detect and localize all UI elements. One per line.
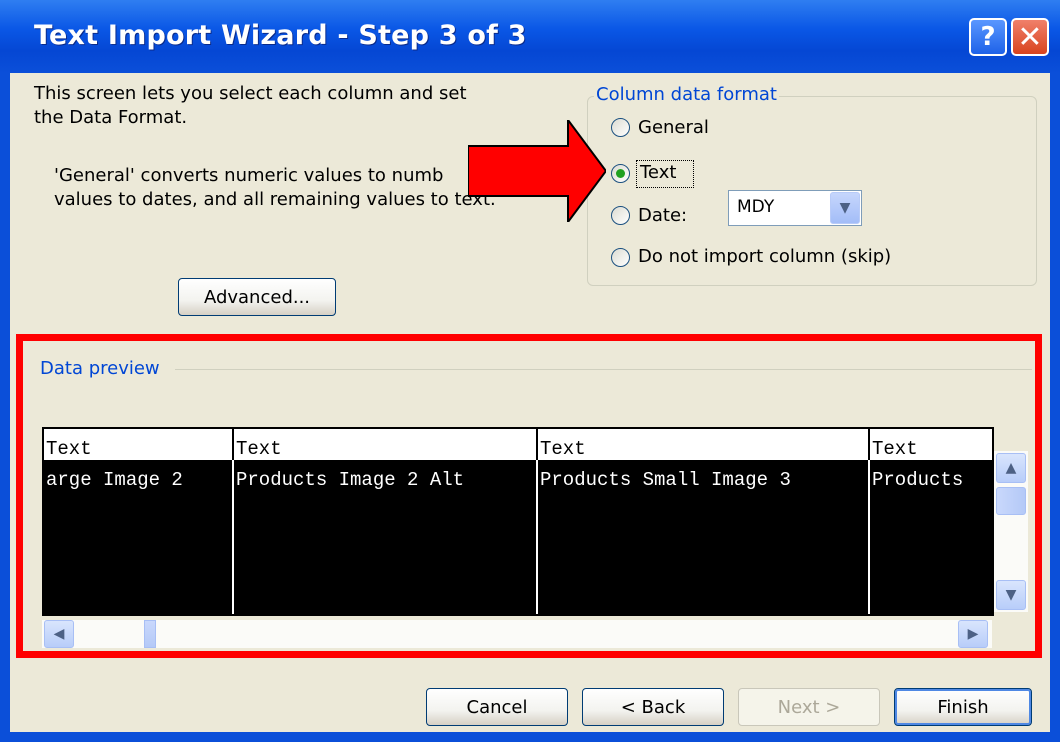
date-format-value: MDY xyxy=(737,197,775,217)
chevron-down-icon[interactable]: ▼ xyxy=(830,192,860,224)
radio-date[interactable] xyxy=(611,206,630,225)
radio-skip-label[interactable]: Do not import column (skip) xyxy=(638,245,891,269)
help-icon: ? xyxy=(980,22,996,52)
next-button-label: Next > xyxy=(777,696,841,718)
general-description-line-2: values to dates, and all remaining value… xyxy=(54,189,496,210)
general-description-line-1: 'General' converts numeric values to num… xyxy=(54,165,444,186)
radio-selected-dot xyxy=(616,169,625,178)
cancel-button[interactable]: Cancel xyxy=(426,688,568,726)
finish-button-label: Finish xyxy=(937,696,989,718)
close-icon: ✕ xyxy=(1017,19,1043,55)
radio-general-label[interactable]: General xyxy=(638,116,709,140)
radio-general[interactable] xyxy=(611,118,630,137)
close-button[interactable]: ✕ xyxy=(1011,18,1049,56)
intro-line-2: the Data Format. xyxy=(34,107,188,128)
red-highlight-annotation xyxy=(16,334,1042,658)
radio-skip[interactable] xyxy=(611,248,630,267)
window-title: Text Import Wizard - Step 3 of 3 xyxy=(34,20,527,51)
next-button[interactable]: Next > xyxy=(738,688,880,726)
red-arrow-annotation xyxy=(468,120,606,222)
radio-text-label[interactable]: Text xyxy=(640,161,676,185)
finish-button[interactable]: Finish xyxy=(894,688,1032,726)
intro-line-1: This screen lets you select each column … xyxy=(34,83,467,104)
advanced-button-label: Advanced... xyxy=(203,286,311,308)
title-bar: Text Import Wizard - Step 3 of 3 ? ✕ xyxy=(0,0,1060,73)
help-button[interactable]: ? xyxy=(969,18,1007,56)
date-format-select[interactable]: MDY ▼ xyxy=(728,190,862,226)
cancel-button-label: Cancel xyxy=(466,696,528,718)
radio-date-label[interactable]: Date: xyxy=(638,204,687,228)
radio-text[interactable] xyxy=(611,164,630,183)
column-data-format-legend: Column data format xyxy=(594,84,779,105)
back-button-label: < Back xyxy=(620,696,686,718)
advanced-button[interactable]: Advanced... xyxy=(178,278,336,316)
back-button[interactable]: < Back xyxy=(582,688,724,726)
